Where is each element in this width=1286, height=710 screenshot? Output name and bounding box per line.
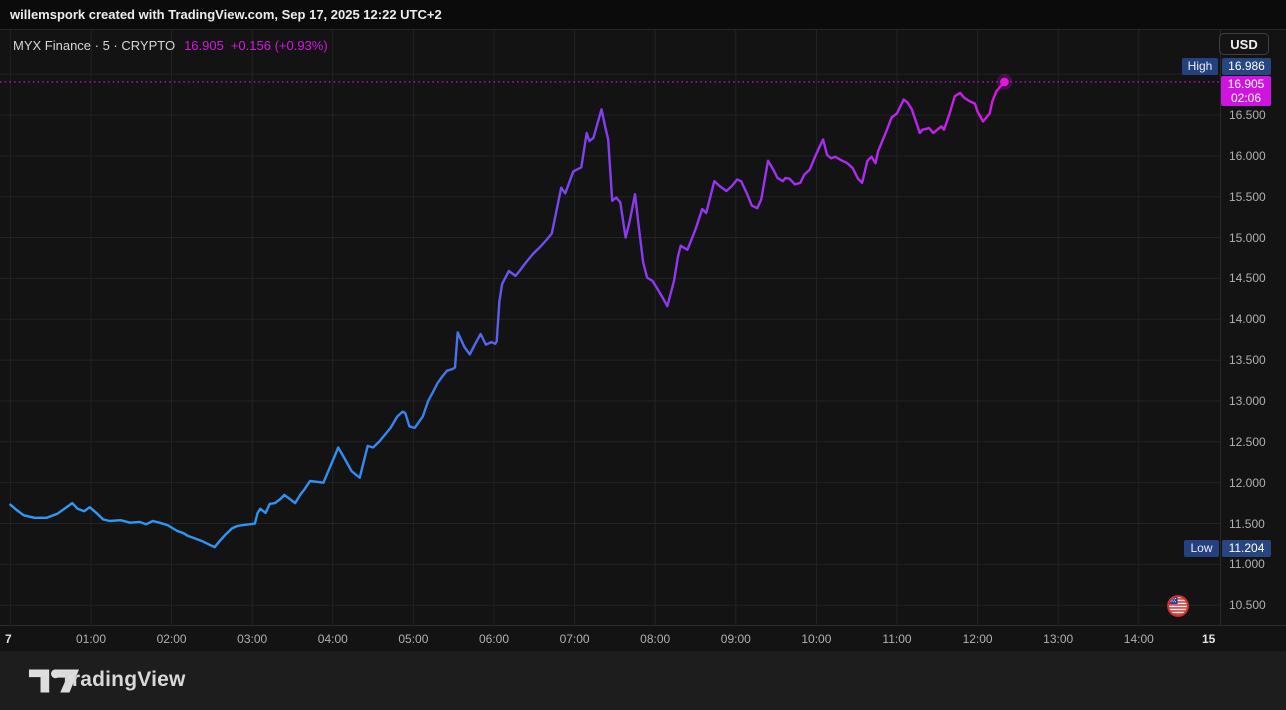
currency-usd-button[interactable]: USD	[1219, 33, 1269, 55]
time-tick-label: 11:00	[882, 631, 911, 647]
time-tick-label: 05:00	[398, 631, 428, 647]
price-tick-label: 13.000	[1229, 393, 1266, 409]
price-change-text: +0.156 (+0.93%)	[231, 38, 328, 53]
time-tick-label: 15	[1202, 631, 1215, 647]
time-tick-label: 07:00	[560, 631, 590, 647]
time-tick-label: 02:00	[157, 631, 187, 647]
time-tick-label: 13:00	[1043, 631, 1073, 647]
price-tick-label: 16.500	[1229, 107, 1266, 123]
price-tick-label: 11.500	[1229, 516, 1265, 532]
price-tick-label: 14.000	[1229, 311, 1266, 327]
chart-canvas[interactable]: MYX Finance · 5 · CRYPTO 16.905 +0.156 (+0…	[0, 29, 1220, 625]
symbol-title: MYX Finance · 5 · CRYPTO	[13, 38, 175, 53]
us-flag-event-icon[interactable]	[1167, 595, 1189, 617]
time-axis[interactable]: 7 01:00 02:00 03:00 04:00 05:00 06:00 07:00 08:0…	[0, 625, 1286, 651]
price-axis[interactable]: 16.500 16.000 15.500 15.000 14.500 14.000 13.5…	[1220, 29, 1286, 625]
price-line-series	[10, 82, 1004, 547]
time-tick-label: 04:00	[318, 631, 348, 647]
price-tick-label: 15.000	[1229, 230, 1266, 246]
price-tick-label: 14.500	[1229, 270, 1266, 286]
time-tick-label: 10:00	[801, 631, 831, 647]
price-tick-label: 15.500	[1229, 189, 1266, 205]
tradingview-wordmark[interactable]: TradingView	[60, 667, 186, 693]
time-tick-label: 7	[5, 631, 12, 647]
time-tick-label: 12:00	[963, 631, 993, 647]
time-tick-label: 09:00	[721, 631, 751, 647]
price-tick-label: 12.500	[1229, 434, 1266, 450]
last-point-dot	[1000, 78, 1009, 87]
price-tick-label: 13.500	[1229, 352, 1266, 368]
price-tick-label: 11.000	[1229, 556, 1265, 572]
symbol-header: MYX Finance · 5 · CRYPTO 16.905 +0.156 (+0…	[13, 38, 328, 53]
time-tick-label: 08:00	[640, 631, 670, 647]
tradingview-snapshot: willemspork created with TradingView.com…	[0, 0, 1286, 710]
time-tick-label: 01:00	[76, 631, 106, 647]
bottom-logo-bar: TradingView	[0, 651, 1286, 710]
price-line-chart	[0, 30, 1220, 626]
time-tick-label: 06:00	[479, 631, 509, 647]
price-tick-label: 16.000	[1229, 148, 1266, 164]
price-tick-label: 12.000	[1229, 475, 1266, 491]
price-tick-label: 10.500	[1229, 597, 1266, 613]
attribution-text: willemspork created with TradingView.com…	[10, 4, 442, 26]
time-tick-label: 03:00	[237, 631, 267, 647]
time-tick-label: 14:00	[1124, 631, 1154, 647]
last-price-text: 16.905	[184, 38, 224, 53]
